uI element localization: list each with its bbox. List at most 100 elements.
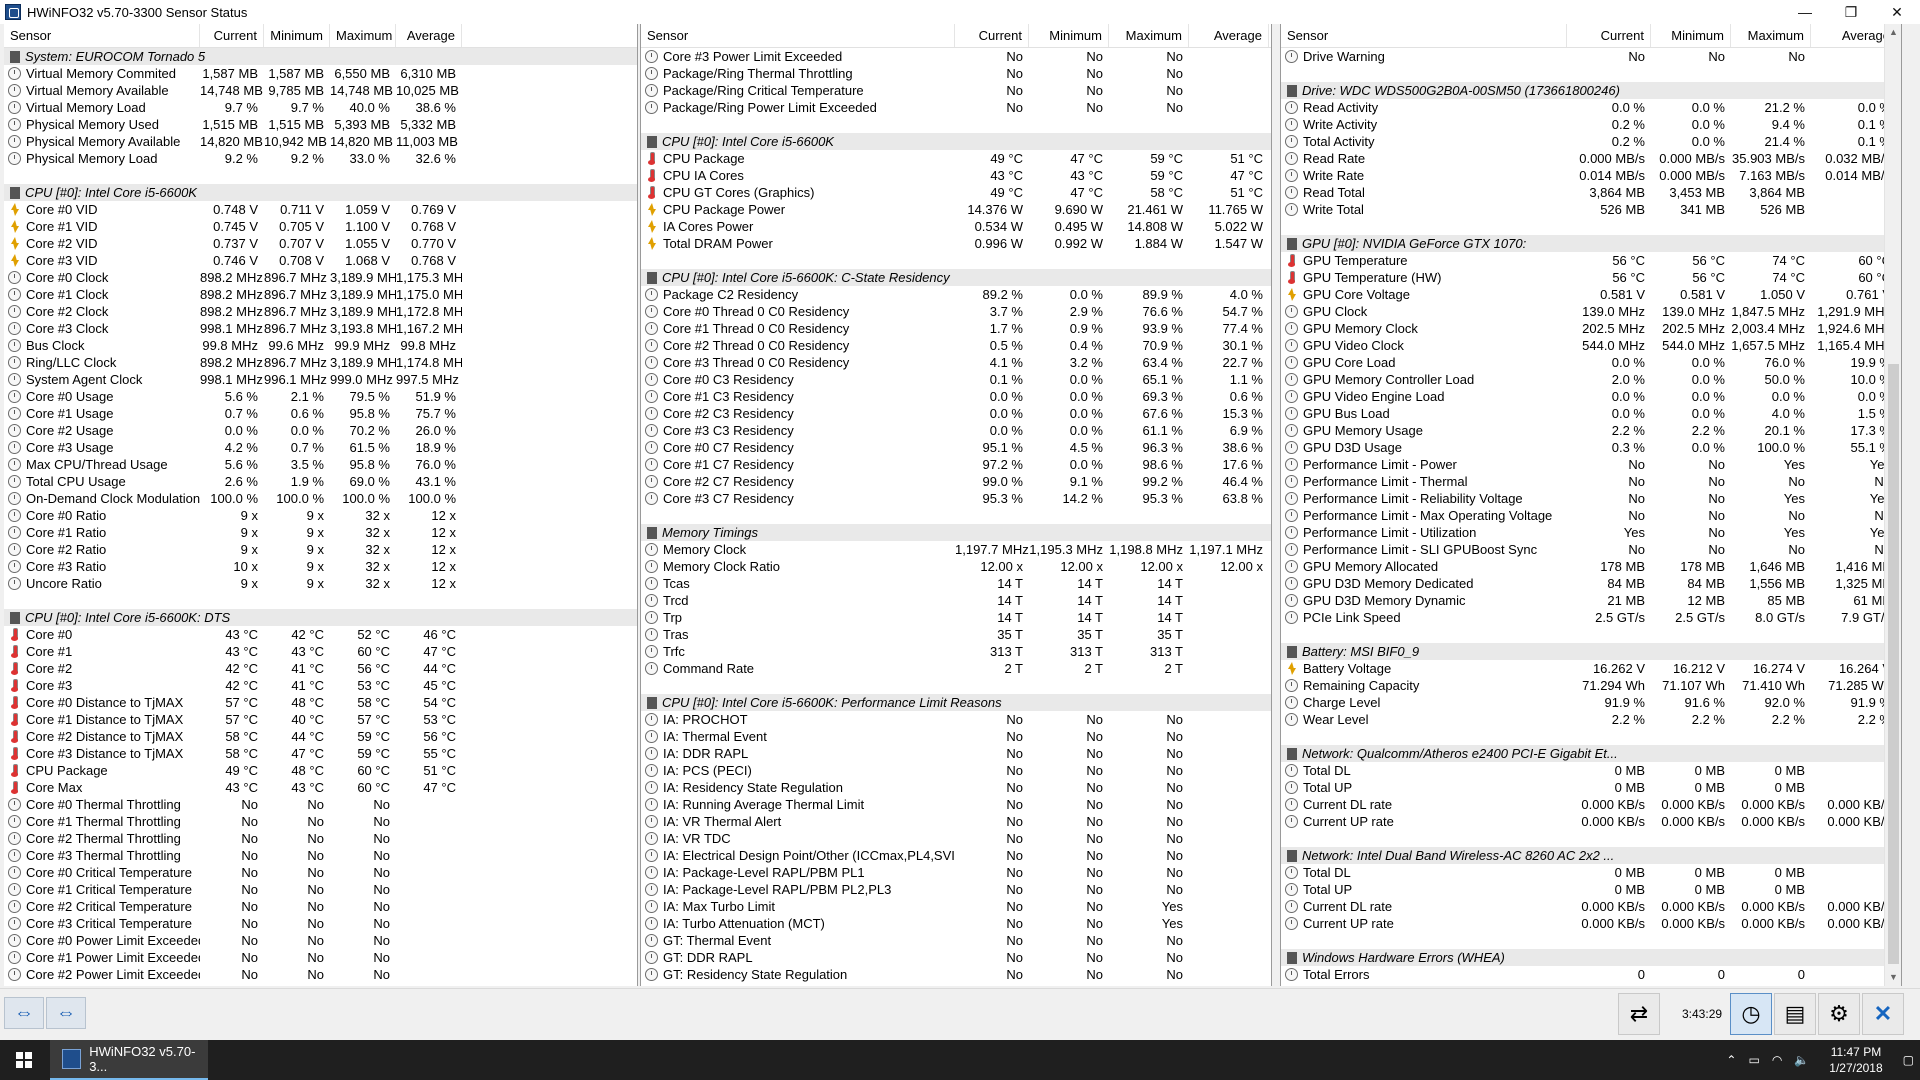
- column-header-current[interactable]: Current: [200, 24, 264, 47]
- sensor-panel-left[interactable]: Sensor Current Minimum Maximum Average System…: [4, 24, 638, 986]
- sensor-row[interactable]: On-Demand Clock Modulation 100.0 % 100.0 %…: [4, 490, 637, 507]
- sensor-group-header[interactable]: CPU [#0]: Intel Core i5-6600K: [641, 133, 1271, 150]
- column-header-sensor[interactable]: Sensor: [641, 24, 955, 47]
- sensor-row[interactable]: GPU Bus Load 0.0 % 0.0 % 4.0 % 1.5 %: [1281, 405, 1901, 422]
- sensor-row[interactable]: Core #0 43 °C 42 °C 52 °C 46 °C: [4, 626, 637, 643]
- sensor-row[interactable]: CPU GT Cores (Graphics) 49 °C 47 °C 58 °C 51…: [641, 184, 1271, 201]
- sensor-row[interactable]: Uncore Ratio 9 x 9 x 32 x 12 x: [4, 575, 637, 592]
- taskbar-clock[interactable]: 11:47 PM 1/27/2018: [1829, 1044, 1882, 1076]
- sensor-row[interactable]: GPU Memory Clock 202.5 MHz 202.5 MHz 2,003.…: [1281, 320, 1901, 337]
- sensor-row[interactable]: Core #2 Thread 0 C0 Residency 0.5 % 0.4 % 7…: [641, 337, 1271, 354]
- sensor-row[interactable]: Package/Ring Thermal Throttling No No No: [641, 65, 1271, 82]
- column-header-sensor[interactable]: Sensor: [4, 24, 200, 47]
- sensor-row[interactable]: Core #3 Thread 0 C0 Residency 4.1 % 3.2 % 6…: [641, 354, 1271, 371]
- sensor-row[interactable]: Core #1 Distance to TjMAX 57 °C 40 °C 57 °C…: [4, 711, 637, 728]
- sensor-row[interactable]: Virtual Memory Load 9.7 % 9.7 % 40.0 % 38.6 …: [4, 99, 637, 116]
- sensor-row[interactable]: Current DL rate 0.000 KB/s 0.000 KB/s 0.000…: [1281, 796, 1901, 813]
- sensor-row[interactable]: Core #0 C7 Residency 95.1 % 4.5 % 96.3 % 38.…: [641, 439, 1271, 456]
- sensor-row[interactable]: Core #2 42 °C 41 °C 56 °C 44 °C: [4, 660, 637, 677]
- sensor-row[interactable]: IA: Package-Level RAPL/PBM PL1 No No No: [641, 864, 1271, 881]
- sensor-group-header[interactable]: Windows Hardware Errors (WHEA): [1281, 949, 1901, 966]
- sensor-row[interactable]: Core #2 C7 Residency 99.0 % 9.1 % 99.2 % 46.…: [641, 473, 1271, 490]
- sensor-row[interactable]: Drive Warning No No No: [1281, 48, 1901, 65]
- sensor-row[interactable]: Total Activity 0.2 % 0.0 % 21.4 % 0.1 %: [1281, 133, 1901, 150]
- sensor-row[interactable]: Core #3 Critical Temperature No No No: [4, 915, 637, 932]
- sensor-row[interactable]: Performance Limit - Power No No Yes Yes: [1281, 456, 1901, 473]
- sensor-row[interactable]: IA Cores Power 0.534 W 0.495 W 14.808 W 5.02…: [641, 218, 1271, 235]
- sensor-row[interactable]: Charge Level 91.9 % 91.6 % 92.0 % 91.9 %: [1281, 694, 1901, 711]
- sensor-row[interactable]: Core #1 C3 Residency 0.0 % 0.0 % 69.3 % 0.6 …: [641, 388, 1271, 405]
- column-header-current[interactable]: Current: [955, 24, 1029, 47]
- sensor-row[interactable]: Package C2 Residency 89.2 % 0.0 % 89.9 % 4.0…: [641, 286, 1271, 303]
- sensor-row[interactable]: Core #1 43 °C 43 °C 60 °C 47 °C: [4, 643, 637, 660]
- sensor-row[interactable]: IA: Running Average Thermal Limit No No No: [641, 796, 1271, 813]
- sensor-row[interactable]: Core #0 C3 Residency 0.1 % 0.0 % 65.1 % 1.1 …: [641, 371, 1271, 388]
- volume-icon[interactable]: 🔈: [1794, 1053, 1809, 1067]
- sensor-group-header[interactable]: Network: Intel Dual Band Wireless-AC 826…: [1281, 847, 1901, 864]
- sensor-row[interactable]: Core #3 C7 Residency 95.3 % 14.2 % 95.3 % 63…: [641, 490, 1271, 507]
- sensor-group-header[interactable]: CPU [#0]: Intel Core i5-6600K: DTS: [4, 609, 637, 626]
- sensor-group-header[interactable]: CPU [#0]: Intel Core i5-6600K: C-State R…: [641, 269, 1271, 286]
- sensor-row[interactable]: GPU Memory Controller Load 2.0 % 0.0 % 50.0…: [1281, 371, 1901, 388]
- sensor-row[interactable]: Command Rate 2 T 2 T 2 T: [641, 660, 1271, 677]
- column-header-current[interactable]: Current: [1567, 24, 1651, 47]
- sensor-row[interactable]: Write Total 526 MB 341 MB 526 MB: [1281, 201, 1901, 218]
- sensor-row[interactable]: Memory Clock 1,197.7 MHz 1,195.3 MHz 1,198.…: [641, 541, 1271, 558]
- sensor-row[interactable]: CPU Package 49 °C 47 °C 59 °C 51 °C: [641, 150, 1271, 167]
- collapse-columns-button[interactable]: ⇔: [46, 997, 86, 1029]
- sensor-row[interactable]: CPU Package 49 °C 48 °C 60 °C 51 °C: [4, 762, 637, 779]
- sensor-row[interactable]: Current DL rate 0.000 KB/s 0.000 KB/s 0.000…: [1281, 898, 1901, 915]
- sensor-row[interactable]: Core #1 Thermal Throttling No No No: [4, 813, 637, 830]
- sensor-row[interactable]: Trp 14 T 14 T 14 T: [641, 609, 1271, 626]
- column-header-maximum[interactable]: Maximum: [1731, 24, 1811, 47]
- sensor-row[interactable]: Core #2 Critical Temperature No No No: [4, 898, 637, 915]
- sensor-row[interactable]: GPU Memory Usage 2.2 % 2.2 % 20.1 % 17.3 %: [1281, 422, 1901, 439]
- wifi-icon[interactable]: ◠: [1772, 1053, 1782, 1067]
- sensor-group-header[interactable]: CPU [#0]: Intel Core i5-6600K: Performan…: [641, 694, 1271, 711]
- sensor-row[interactable]: Total DL 0 MB 0 MB 0 MB: [1281, 864, 1901, 881]
- column-header-average[interactable]: Average: [1189, 24, 1269, 47]
- column-header-maximum[interactable]: Maximum: [1109, 24, 1189, 47]
- sensor-row[interactable]: IA: VR Thermal Alert No No No: [641, 813, 1271, 830]
- taskbar-app-hwinfo[interactable]: HWiNFO32 v5.70-3...: [50, 1040, 208, 1080]
- sensor-row[interactable]: Total DRAM Power 0.996 W 0.992 W 1.884 W 1.5…: [641, 235, 1271, 252]
- maximize-button[interactable]: ❐: [1828, 0, 1874, 24]
- sensor-row[interactable]: GPU Video Engine Load 0.0 % 0.0 % 0.0 % 0.0 …: [1281, 388, 1901, 405]
- sensor-row[interactable]: GPU D3D Memory Dedicated 84 MB 84 MB 1,556 …: [1281, 575, 1901, 592]
- sensor-row[interactable]: GPU Temperature 56 °C 56 °C 74 °C 60 °C: [1281, 252, 1901, 269]
- sensor-row[interactable]: Read Activity 0.0 % 0.0 % 21.2 % 0.0 %: [1281, 99, 1901, 116]
- sensor-row[interactable]: Core #0 Clock 898.2 MHz 896.7 MHz 3,189.9 M…: [4, 269, 637, 286]
- sensor-row[interactable]: GPU Memory Allocated 178 MB 178 MB 1,646 MB…: [1281, 558, 1901, 575]
- sensor-row[interactable]: Core #1 Ratio 9 x 9 x 32 x 12 x: [4, 524, 637, 541]
- sensor-row[interactable]: Core #3 VID 0.746 V 0.708 V 1.068 V 0.768 V: [4, 252, 637, 269]
- network-icon[interactable]: ⇄: [1618, 993, 1660, 1035]
- sensor-row[interactable]: Core #2 Thermal Throttling No No No: [4, 830, 637, 847]
- sensor-group-header[interactable]: CPU [#0]: Intel Core i5-6600K: [4, 184, 637, 201]
- start-button[interactable]: [0, 1040, 48, 1080]
- sensor-row[interactable]: Core #1 Power Limit Exceeded No No No: [4, 949, 637, 966]
- sensor-row[interactable]: GPU Temperature (HW) 56 °C 56 °C 74 °C 60 °C: [1281, 269, 1901, 286]
- close-button[interactable]: ✕: [1874, 0, 1920, 24]
- sensor-row[interactable]: Physical Memory Load 9.2 % 9.2 % 33.0 % 32.6…: [4, 150, 637, 167]
- sensor-group-header[interactable]: Drive: WDC WDS500G2B0A-00SM50 (173661800…: [1281, 82, 1901, 99]
- sensor-group-header[interactable]: Memory Timings: [641, 524, 1271, 541]
- sensor-row[interactable]: CPU Package Power 14.376 W 9.690 W 21.461 W…: [641, 201, 1271, 218]
- sensor-row[interactable]: IA: Residency State Regulation No No No: [641, 779, 1271, 796]
- sensor-row[interactable]: GPU Video Clock 544.0 MHz 544.0 MHz 1,657.5…: [1281, 337, 1901, 354]
- sensor-row[interactable]: Core #3 Distance to TjMAX 58 °C 47 °C 59 °C…: [4, 745, 637, 762]
- scrollbar-thumb[interactable]: [1888, 364, 1899, 964]
- sensor-row[interactable]: Write Rate 0.014 MB/s 0.000 MB/s 7.163 MB/s…: [1281, 167, 1901, 184]
- expand-columns-button[interactable]: ⇔: [4, 997, 44, 1029]
- close-sensors-icon[interactable]: ✕: [1862, 993, 1904, 1035]
- tray-chevron-icon[interactable]: ⌃: [1726, 1053, 1736, 1067]
- sensor-row[interactable]: Total Errors 0 0 0: [1281, 966, 1901, 983]
- sensor-row[interactable]: GPU Core Load 0.0 % 0.0 % 76.0 % 19.9 %: [1281, 354, 1901, 371]
- sensor-row[interactable]: Total UP 0 MB 0 MB 0 MB: [1281, 779, 1901, 796]
- logging-icon[interactable]: ▤: [1774, 993, 1816, 1035]
- sensor-row[interactable]: Core #0 VID 0.748 V 0.711 V 1.059 V 0.769 V: [4, 201, 637, 218]
- scroll-up-arrow-icon[interactable]: ▲: [1885, 24, 1901, 41]
- sensor-row[interactable]: IA: Max Turbo Limit No No Yes: [641, 898, 1271, 915]
- sensor-row[interactable]: Core #3 Usage 4.2 % 0.7 % 61.5 % 18.9 %: [4, 439, 637, 456]
- sensor-row[interactable]: Core #0 Thermal Throttling No No No: [4, 796, 637, 813]
- scroll-down-arrow-icon[interactable]: ▼: [1885, 969, 1901, 986]
